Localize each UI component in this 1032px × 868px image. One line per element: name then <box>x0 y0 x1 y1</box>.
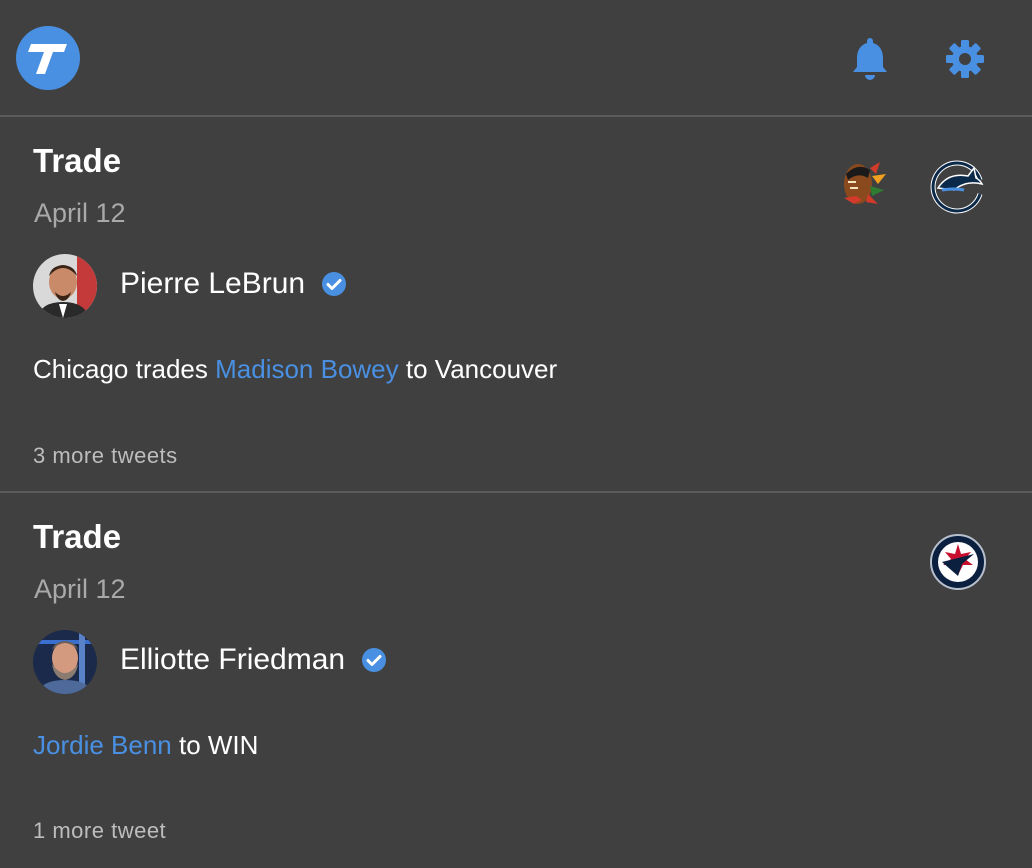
bell-icon[interactable] <box>850 36 890 80</box>
tweet-text-before: Chicago trades <box>33 354 216 384</box>
tweet-text: Chicago trades Madison Bowey to Vancouve… <box>33 354 557 385</box>
jets-logo[interactable] <box>928 532 988 592</box>
t-logo-icon[interactable] <box>16 26 80 90</box>
verified-badge-icon <box>322 272 347 296</box>
more-tweets-link[interactable]: 3 more tweets <box>33 443 178 469</box>
card-date: April 12 <box>34 574 126 604</box>
tweet-text-after: to WIN <box>171 730 259 760</box>
news-card[interactable]: Trade April 12 Pierre LeBrun Chicago tra… <box>0 118 1032 493</box>
canucks-logo[interactable] <box>928 154 988 214</box>
player-link[interactable]: Jordie Benn <box>33 730 172 760</box>
card-type: Trade <box>33 142 122 179</box>
tweet-text: Jordie Benn to WIN <box>33 730 258 761</box>
author-avatar[interactable] <box>33 254 97 318</box>
tweet-text-after: to Vancouver <box>398 354 558 384</box>
author-name: Elliotte Friedman <box>120 643 346 676</box>
blackhawks-logo[interactable] <box>832 154 892 214</box>
player-link[interactable]: Madison Bowey <box>215 354 399 384</box>
more-tweets-link[interactable]: 1 more tweet <box>33 818 166 844</box>
card-date: April 12 <box>34 198 126 228</box>
author-name: Pierre LeBrun <box>120 267 306 300</box>
author-name-row[interactable]: Elliotte Friedman <box>120 643 387 677</box>
author-name-row[interactable]: Pierre LeBrun <box>120 267 347 301</box>
verified-badge-icon <box>362 648 387 672</box>
top-bar <box>0 0 1032 117</box>
gear-icon[interactable] <box>945 37 985 81</box>
author-avatar[interactable] <box>33 630 97 694</box>
news-card[interactable]: Trade April 12 Elliotte Friedman Jordie … <box>0 494 1032 868</box>
card-type: Trade <box>33 518 122 555</box>
